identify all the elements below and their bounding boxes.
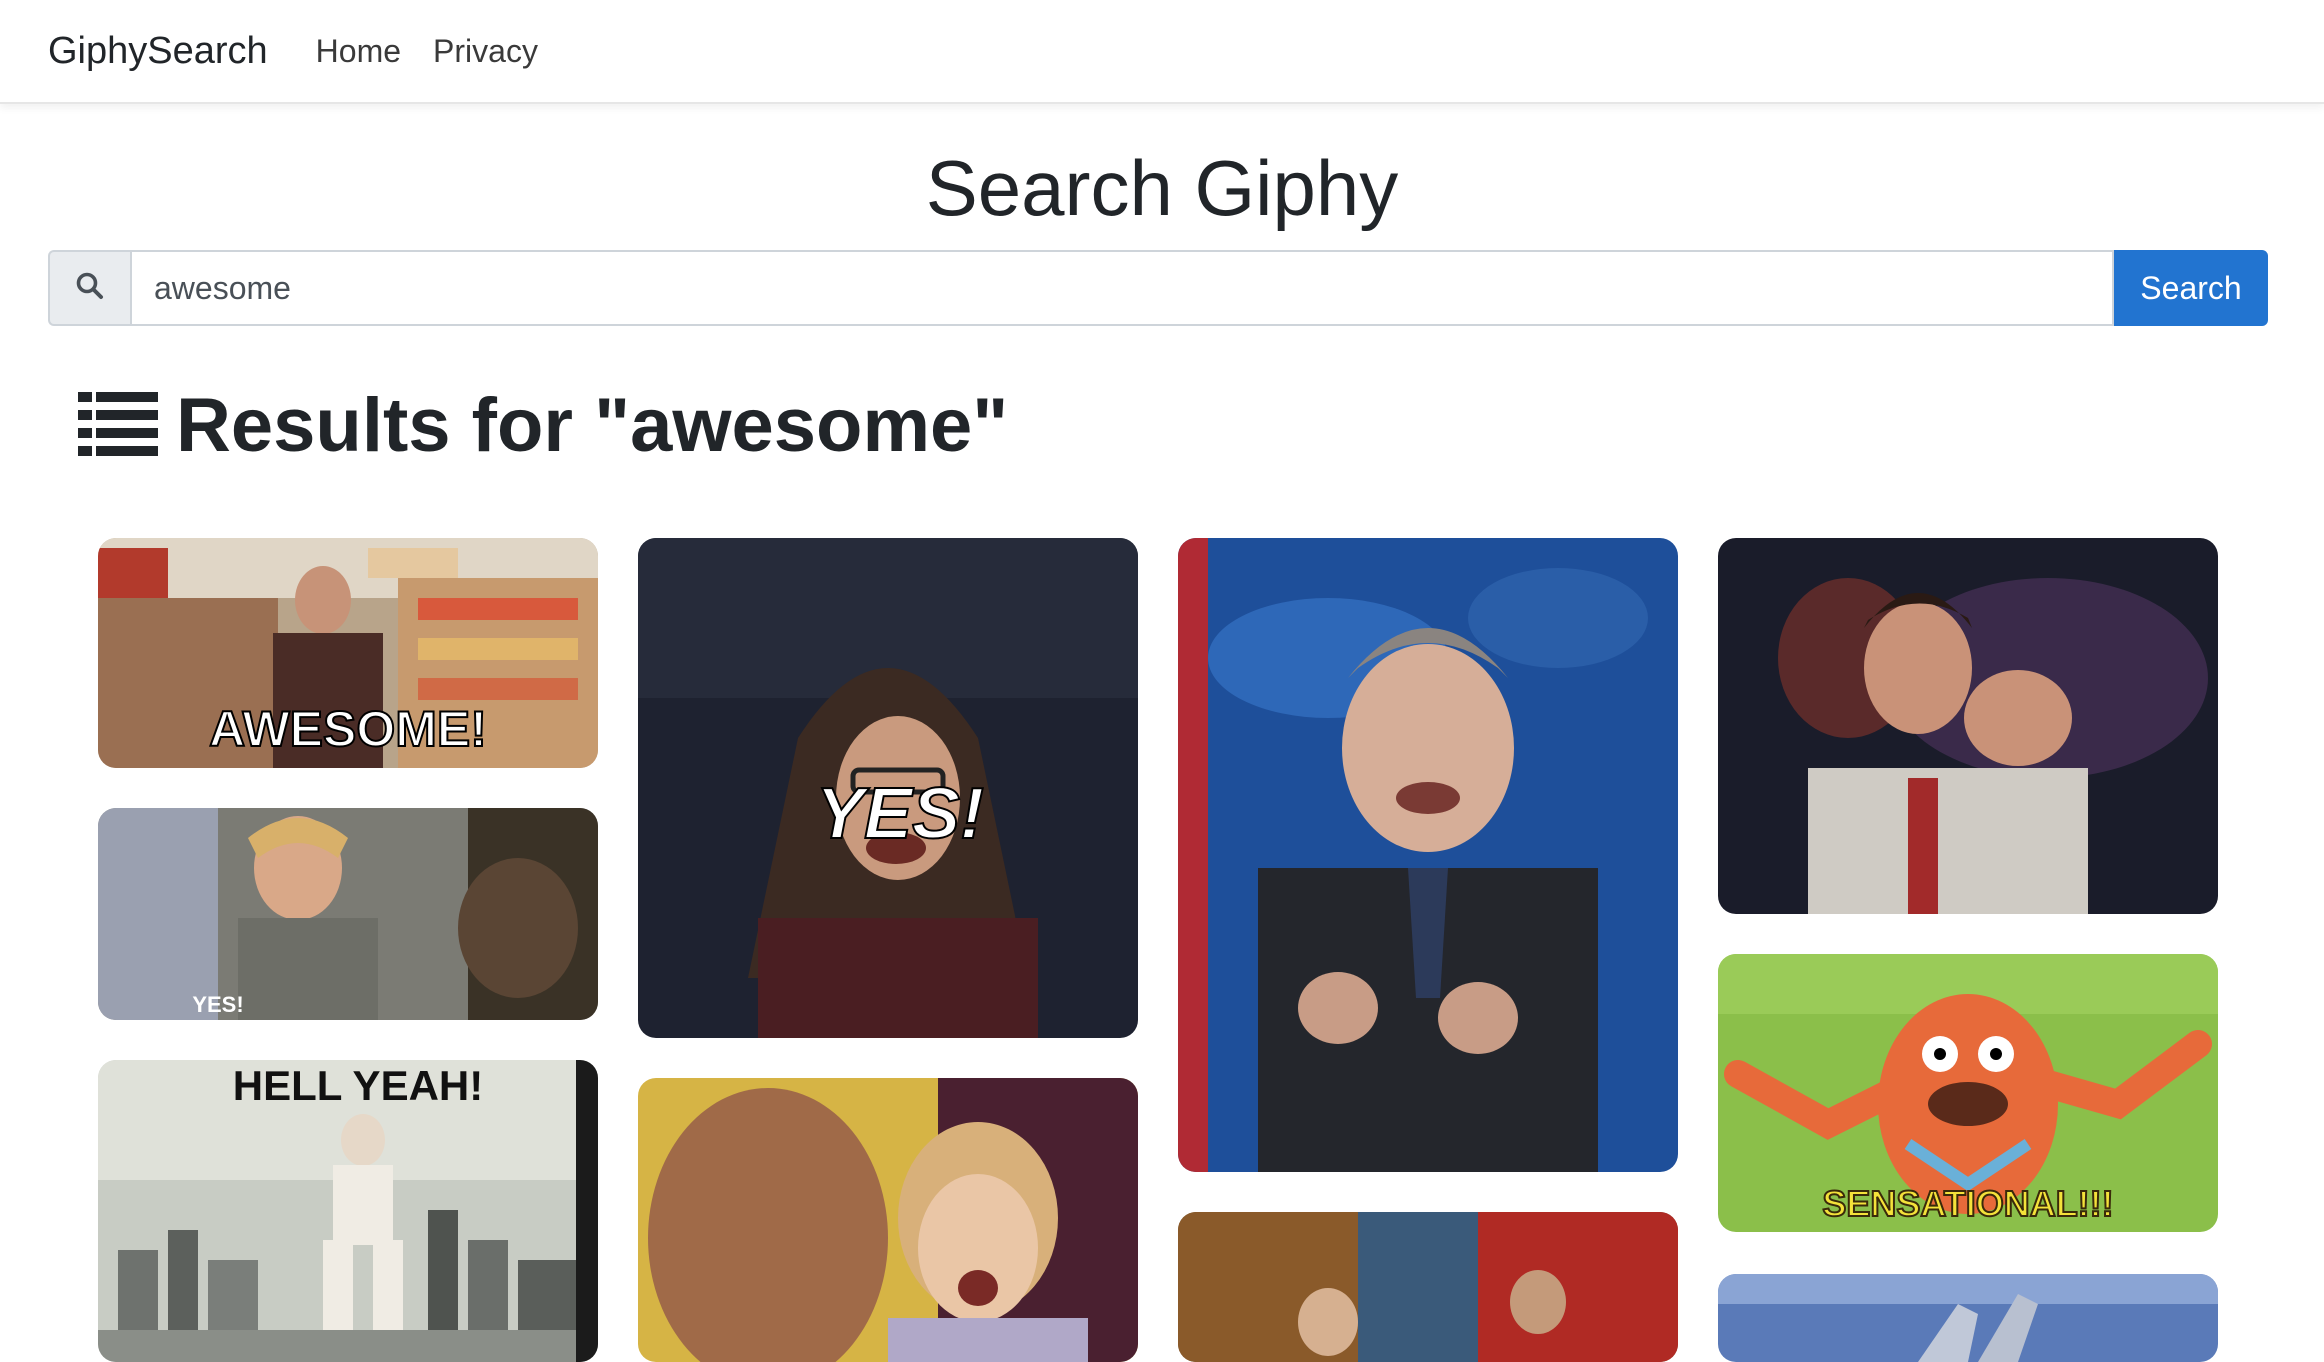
search-button[interactable]: Search bbox=[2114, 250, 2268, 326]
nav-link-home[interactable]: Home bbox=[316, 33, 401, 70]
gif-yes-guy[interactable]: YES! bbox=[98, 808, 598, 1020]
gif-surprised-woman[interactable] bbox=[638, 1078, 1138, 1362]
top-navbar: GiphySearch Home Privacy bbox=[0, 0, 2324, 104]
list-icon bbox=[78, 392, 158, 458]
nav-link-privacy[interactable]: Privacy bbox=[433, 33, 538, 70]
gif-caption: HELL YEAH! bbox=[233, 1062, 483, 1109]
gif-awesome-store[interactable]: AWESOME! bbox=[98, 538, 598, 768]
search-input[interactable] bbox=[130, 250, 2114, 326]
results-heading: Results for "awesome" bbox=[78, 380, 1008, 470]
gif-yes-longhair[interactable]: YES! bbox=[638, 538, 1138, 1038]
gif-sensational[interactable]: SENSATIONAL!!! bbox=[1718, 954, 2218, 1232]
gif-excited-man[interactable] bbox=[1718, 538, 2218, 914]
search-addon bbox=[48, 250, 130, 326]
gif-hell-yeah[interactable]: HELL YEAH! bbox=[98, 1060, 598, 1362]
gif-sky-hands[interactable] bbox=[1718, 1274, 2218, 1362]
gif-stage-crowd[interactable] bbox=[1178, 1212, 1678, 1362]
search-bar: Search bbox=[48, 250, 2268, 326]
gif-jon-stewart[interactable] bbox=[1178, 538, 1678, 1172]
page-title: Search Giphy bbox=[925, 144, 1399, 232]
gif-caption: AWESOME! bbox=[209, 701, 487, 757]
results-heading-text: Results for "awesome" bbox=[176, 382, 1009, 468]
gif-caption: YES! bbox=[192, 992, 243, 1017]
brand-link[interactable]: GiphySearch bbox=[48, 30, 268, 73]
gif-caption: YES! bbox=[816, 774, 984, 854]
search-icon bbox=[75, 271, 105, 306]
gif-caption: SENSATIONAL!!! bbox=[1822, 1183, 2113, 1224]
